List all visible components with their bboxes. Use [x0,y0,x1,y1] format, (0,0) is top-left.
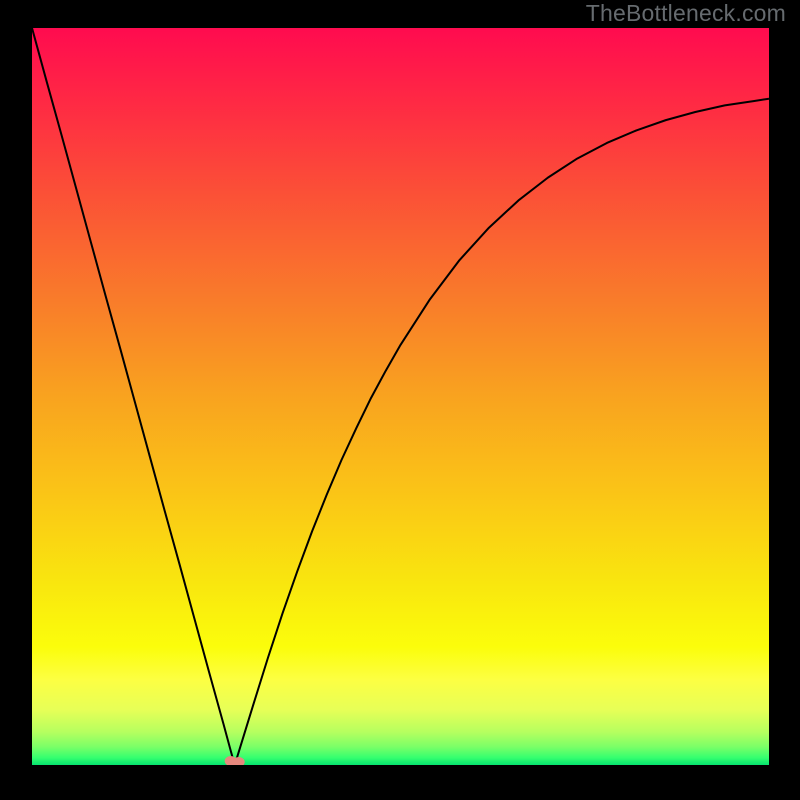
plot-area [32,28,769,765]
chart-background [32,28,769,765]
chart-frame: TheBottleneck.com [0,0,800,800]
chart-svg [32,28,769,765]
watermark-text: TheBottleneck.com [586,0,786,27]
